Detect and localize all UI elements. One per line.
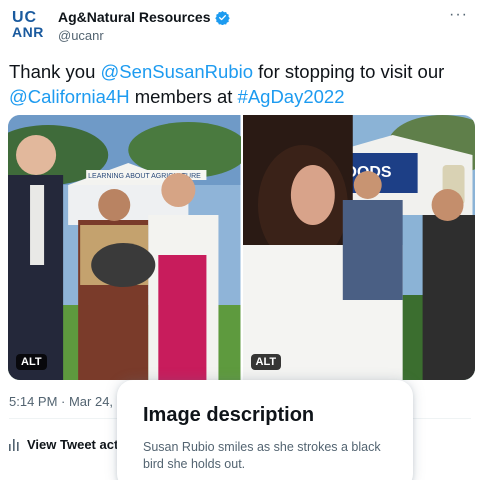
- view-tweet-activity-link[interactable]: View Tweet acti: [9, 437, 122, 452]
- account-handle[interactable]: @ucanr: [58, 28, 104, 43]
- verified-badge-icon: [214, 10, 230, 25]
- alt-text-button[interactable]: ALT: [16, 354, 47, 370]
- photo-1-image: LEARNING ABOUT AGRICULTURE: [8, 115, 241, 380]
- image-description-text: Susan Rubio smiles as she strokes a blac…: [143, 440, 381, 471]
- photo-2[interactable]: FOODS ALT: [242, 115, 475, 380]
- tweet-text-segment: Thank you: [9, 61, 101, 82]
- account-name-row[interactable]: Ag&Natural Resources: [58, 9, 230, 25]
- tweet-text-segment: for stopping to visit our: [253, 61, 445, 82]
- alt-text-button[interactable]: ALT: [250, 354, 282, 370]
- tweet-timestamp[interactable]: 5:14 PM · Mar 24, 2: [9, 394, 124, 409]
- mention-link[interactable]: @SenSusanRubio: [101, 61, 254, 82]
- mention-link[interactable]: @California4H: [9, 86, 130, 107]
- more-options-icon[interactable]: ···: [449, 6, 468, 24]
- photo-1[interactable]: LEARNING ABOUT AGRICULTURE ALT: [8, 115, 241, 380]
- analytics-bars-icon: [9, 438, 19, 451]
- media-grid: LEARNING ABOUT AGRICULTURE ALT FOODS: [8, 115, 475, 380]
- logo-line-anr: ANR: [12, 24, 44, 40]
- tweet-text-segment: members at: [129, 86, 238, 107]
- hashtag-link[interactable]: #AgDay2022: [238, 86, 345, 107]
- account-display-name[interactable]: Ag&Natural Resources: [58, 9, 211, 25]
- image-description-title: Image description: [143, 404, 315, 426]
- image-description-popup: Image description Susan Rubio smiles as …: [117, 380, 413, 480]
- view-tweet-activity-label: View Tweet acti: [27, 437, 122, 452]
- photo-2-image: FOODS: [242, 115, 475, 380]
- tweet-text: Thank you @SenSusanRubio for stopping to…: [9, 59, 474, 109]
- uc-anr-logo[interactable]: UC ANR: [12, 10, 46, 40]
- logo-line-uc: UC: [12, 9, 38, 26]
